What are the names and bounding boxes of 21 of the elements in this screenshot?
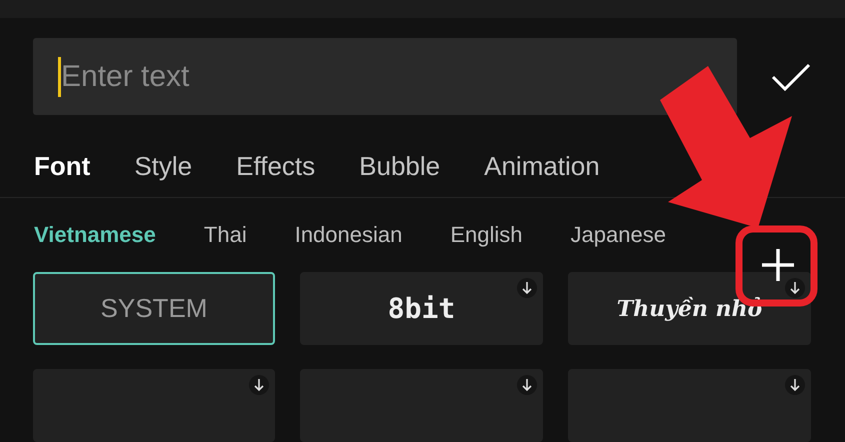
language-tab[interactable]: Vietnamese [34, 222, 156, 248]
tab[interactable]: Animation [484, 149, 600, 183]
language-tab[interactable]: Indonesian [294, 222, 402, 248]
tab[interactable]: Bubble [359, 149, 440, 183]
font-card[interactable] [568, 369, 811, 442]
font-card[interactable]: SYSTEM [33, 272, 275, 345]
language-tab[interactable]: Thai [204, 222, 247, 248]
tab[interactable]: Font [34, 149, 90, 183]
text-input-field[interactable]: Enter text [33, 38, 737, 115]
tab[interactable]: Style [134, 149, 192, 183]
font-card[interactable] [33, 369, 275, 442]
language-tab[interactable]: English [450, 222, 523, 248]
checkmark-icon[interactable] [771, 62, 811, 92]
language-tab[interactable]: Japanese [570, 222, 666, 248]
font-card[interactable] [300, 369, 543, 442]
text-cursor [58, 57, 61, 97]
font-name: 8bit [388, 292, 456, 325]
add-icon[interactable] [760, 247, 796, 283]
tab[interactable]: Effects [236, 149, 316, 183]
font-name: SYSTEM [100, 293, 208, 324]
font-card[interactable]: 8bit [300, 272, 543, 345]
